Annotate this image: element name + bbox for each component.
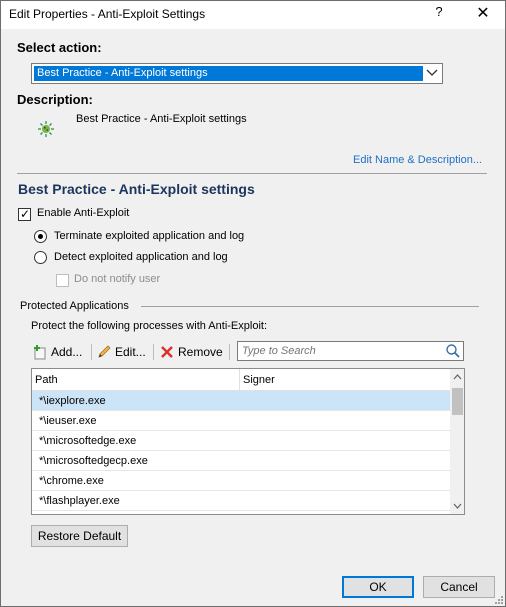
add-label: Add... [51, 345, 83, 359]
enable-anti-exploit-label: Enable Anti-Exploit [37, 207, 130, 219]
add-button[interactable]: Add... [32, 342, 82, 362]
section-title: Best Practice - Anti-Exploit settings [18, 181, 255, 197]
remove-button[interactable]: Remove [159, 342, 223, 362]
edit-button[interactable]: Edit... [96, 342, 146, 362]
select-action-label: Select action: [17, 40, 102, 55]
scroll-down-arrow-icon[interactable] [450, 497, 465, 514]
chevron-down-icon [426, 69, 438, 76]
path-cell: *\chrome.exe [39, 475, 104, 487]
table-row[interactable]: *\microsoftedge.exe [32, 431, 450, 451]
protect-intro-text: Protect the following processes with Ant… [31, 320, 268, 332]
path-cell: *\microsoftedgecp.exe [39, 455, 148, 467]
add-icon [34, 345, 46, 360]
description-label: Description: [17, 92, 93, 107]
path-cell: *\microsoftedge.exe [39, 435, 137, 447]
toolbar-separator [91, 344, 92, 360]
toolbar-separator [153, 344, 154, 360]
toolbar-separator [229, 344, 230, 360]
table-row[interactable]: *\chrome.exe [32, 471, 450, 491]
table-row[interactable]: *\flashplayer.exe [32, 491, 450, 511]
cancel-button[interactable]: Cancel [423, 576, 495, 598]
select-action-dropdown[interactable]: Best Practice - Anti-Exploit settings [31, 63, 443, 84]
remove-x-icon [161, 346, 173, 358]
pencil-icon [98, 345, 111, 358]
edit-properties-dialog: Edit Properties - Anti-Exploit Settings … [0, 0, 506, 607]
edit-name-description-link[interactable]: Edit Name & Description... [353, 154, 482, 166]
column-header-path[interactable]: Path [32, 369, 240, 391]
close-button[interactable]: ✕ [471, 3, 495, 25]
title-bar: Edit Properties - Anti-Exploit Settings … [1, 1, 505, 29]
search-icon[interactable] [445, 343, 461, 359]
detect-radio[interactable] [34, 251, 47, 264]
do-not-notify-checkbox[interactable] [56, 274, 69, 287]
path-cell: *\ieuser.exe [39, 415, 97, 427]
do-not-notify-label: Do not notify user [74, 273, 161, 285]
checkmark-icon: ✓ [20, 207, 31, 221]
detect-label: Detect exploited application and log [54, 251, 228, 263]
vertical-scrollbar[interactable] [450, 369, 465, 514]
terminate-radio[interactable] [34, 230, 47, 243]
path-cell: *\iexplore.exe [39, 395, 106, 407]
radio-dot [38, 234, 43, 239]
protected-applications-label: Protected Applications [20, 300, 129, 312]
terminate-label: Terminate exploited application and log [54, 230, 245, 242]
scrollbar-thumb[interactable] [452, 388, 463, 415]
scroll-up-arrow-icon[interactable] [450, 369, 465, 386]
table-header: Path Signer [32, 369, 450, 391]
search-input[interactable] [240, 343, 440, 359]
resize-grip-icon[interactable] [493, 594, 503, 604]
table-row[interactable]: *\microsoftedgecp.exe [32, 451, 450, 471]
enable-anti-exploit-checkbox[interactable]: ✓ [18, 207, 31, 221]
description-text: Best Practice - Anti-Exploit settings [76, 113, 247, 125]
path-cell: *\flashplayer.exe [39, 495, 120, 507]
table-row[interactable]: *\ieuser.exe [32, 411, 450, 431]
remove-label: Remove [178, 345, 223, 359]
restore-default-button[interactable]: Restore Default [31, 525, 128, 547]
section-divider [17, 173, 487, 174]
select-action-value: Best Practice - Anti-Exploit settings [34, 66, 423, 81]
search-box[interactable] [237, 341, 464, 361]
ok-button[interactable]: OK [342, 576, 414, 598]
help-button[interactable]: ? [431, 4, 447, 26]
protected-apps-table: Path Signer *\iexplore.exe *\ieuser.exe … [31, 368, 465, 515]
window-title: Edit Properties - Anti-Exploit Settings [9, 7, 206, 21]
group-divider [141, 306, 479, 307]
edit-label: Edit... [115, 345, 146, 359]
table-row[interactable]: *\iexplore.exe [32, 391, 450, 411]
column-header-signer[interactable]: Signer [240, 369, 450, 391]
shield-virus-icon [37, 120, 55, 138]
